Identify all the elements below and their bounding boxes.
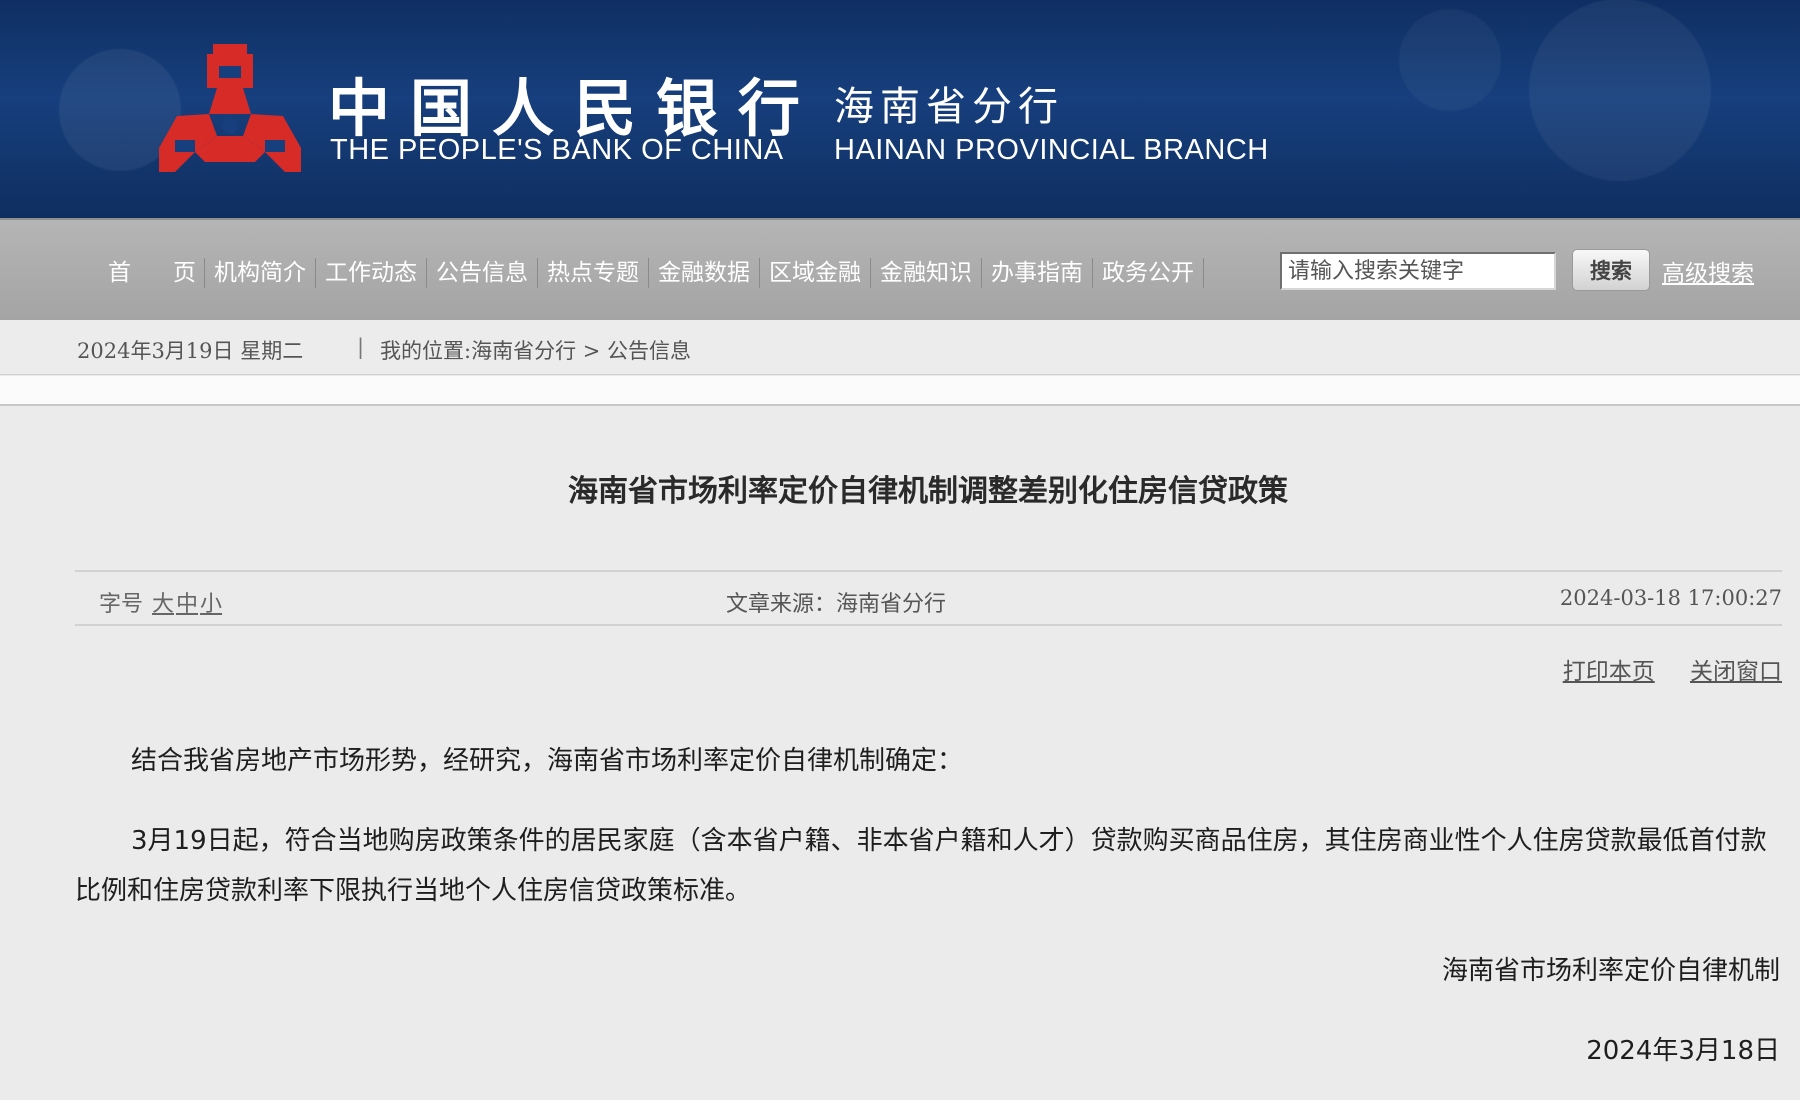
bank-name-en: THE PEOPLE'S BANK OF CHINA [330,134,784,166]
font-small-button[interactable]: 小 [200,592,222,617]
breadcrumb-bar: 2024年3月19日 星期二 | 我的位置:海南省分行 > 公告信息 [0,320,1800,375]
breadcrumb-separator: | [357,335,365,359]
nav-item-home[interactable]: 首页 [100,256,204,290]
nav-list: 首页 机构简介 工作动态 公告信息 热点专题 金融数据 区域金融 金融知识 办事… [100,256,1204,290]
article-tools: 打印本页 关闭窗口 [1535,652,1782,686]
close-window-link[interactable]: 关闭窗口 [1690,659,1782,685]
publish-time: 2024-03-18 17:00:27 [1559,586,1782,610]
advanced-search-link[interactable]: 高级搜索 [1662,254,1754,288]
nav-item-guide[interactable]: 办事指南 [982,256,1092,290]
article-paragraph: 结合我省房地产市场形势，经研究，海南省市场利率定价自律机制确定： [131,746,964,776]
branch-name-en: HAINAN PROVINCIAL BRANCH [834,134,1269,166]
nav-item-gov-affairs[interactable]: 政务公开 [1093,256,1203,290]
nav-item-financial-knowledge[interactable]: 金融知识 [871,256,981,290]
nav-home-char-2: 页 [173,260,196,286]
breadcrumb: 我的位置:海南省分行 > 公告信息 [380,339,692,363]
divider-band [0,376,1800,406]
nav-item-financial-data[interactable]: 金融数据 [649,256,759,290]
article-meta-bar: 字号 大中小 文章来源：海南省分行 2024-03-18 17:00:27 [75,570,1782,626]
article-source: 文章来源：海南省分行 [726,592,947,617]
nav-item-about[interactable]: 机构简介 [205,256,315,290]
signature-organization: 海南省市场利率定价自律机制 [1441,956,1780,986]
branch-name-cn: 海南省分行 [834,84,1064,130]
nav-separator [1203,258,1204,288]
article-title: 海南省市场利率定价自律机制调整差别化住房信贷政策 [568,474,1288,509]
nav-item-news[interactable]: 工作动态 [316,256,426,290]
nav-item-topics[interactable]: 热点专题 [538,256,648,290]
search-button[interactable]: 搜索 [1572,249,1650,291]
signature-date: 2024年3月18日 [1586,1036,1780,1066]
font-medium-button[interactable]: 中 [176,592,198,617]
font-size-control: 字号 大中小 [99,586,222,618]
pboc-emblem-icon[interactable] [155,44,305,176]
print-page-link[interactable]: 打印本页 [1563,659,1655,685]
font-large-button[interactable]: 大 [152,592,174,617]
search-input[interactable] [1280,252,1556,290]
article-paragraph: 3月19日起，符合当地购房政策条件的居民家庭（含本省户籍、非本省户籍和人才）贷款… [75,826,1767,906]
current-date: 2024年3月19日 星期二 [77,339,304,363]
font-size-label: 字号 [99,592,144,617]
nav-home-char-1: 首 [108,260,131,286]
site-header: 中国人民银行 THE PEOPLE'S BANK OF CHINA 海南省分行 … [0,0,1800,218]
nav-item-regional-finance[interactable]: 区域金融 [760,256,870,290]
nav-item-announcements[interactable]: 公告信息 [427,256,537,290]
